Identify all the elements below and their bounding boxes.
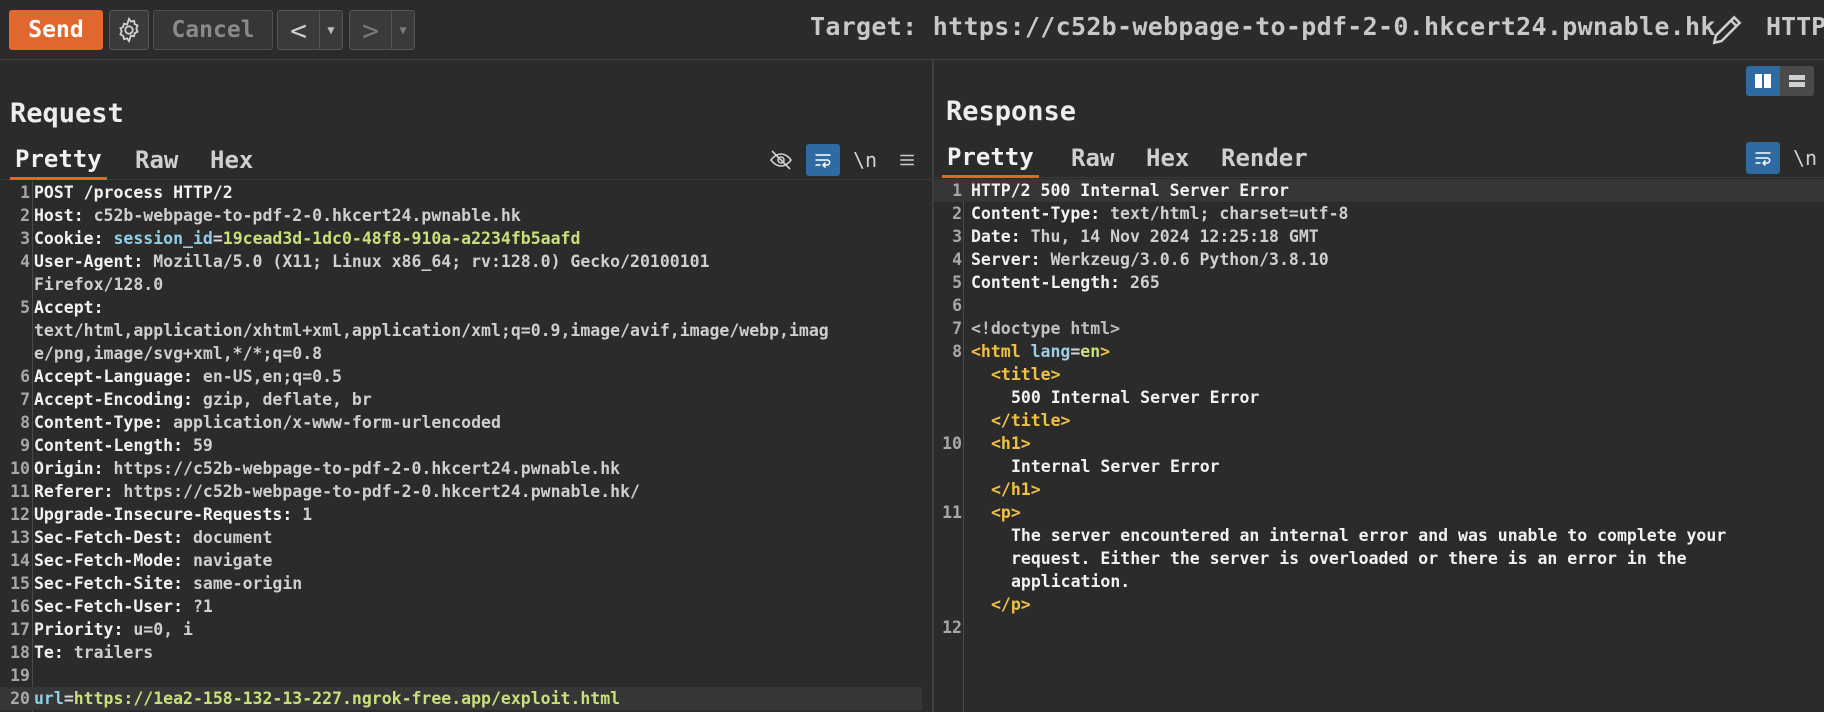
code-line: Firefox/128.0 <box>34 275 164 294</box>
word-wrap-icon[interactable] <box>1746 142 1780 174</box>
tab-request-raw[interactable]: Raw <box>130 140 183 180</box>
code-line: </title> <box>991 411 1071 430</box>
code-line: 10 <h1> <box>942 434 1031 453</box>
code-line: application. <box>1011 572 1131 591</box>
request-editor-tools: \n <box>756 140 924 180</box>
toolbar: Send Cancel < ▼ > ▼ Target: https://c52b… <box>0 0 1824 60</box>
code-line: 2 Content-Type: text/html; charset=utf-8 <box>952 204 1349 223</box>
response-title: Response <box>946 96 1077 127</box>
cookie-name: session_id <box>103 229 213 248</box>
response-tabs: Pretty Raw Hex Render \n <box>934 138 1824 178</box>
code-line: 2 Host: c52b-webpage-to-pdf-2-0.hkcert24.… <box>20 206 521 225</box>
code-line: 7 Accept-Encoding: gzip, deflate, br <box>20 390 372 409</box>
code-line: 8 Content-Type: application/x-www-form-ur… <box>20 413 501 432</box>
tab-request-hex[interactable]: Hex <box>205 140 258 180</box>
code-line: 7 <!doctype html> <box>952 319 1121 338</box>
code-line: 1 POST /process HTTP/2 <box>20 183 233 202</box>
split-horizontal-icon[interactable] <box>1780 66 1814 96</box>
code-line: The server encountered an internal error… <box>1011 526 1727 545</box>
code-line: 12 Upgrade-Insecure-Requests: 1 <box>10 505 313 524</box>
code-line-current: 1 HTTP/2 500 Internal Server Error <box>934 179 1824 202</box>
code-line: e/png,image/svg+xml,*/*;q=0.8 <box>34 344 323 363</box>
code-line: 10 Origin: https://c52b-webpage-to-pdf-2-… <box>10 459 621 478</box>
http-version-label[interactable]: HTTP/ <box>1766 12 1824 41</box>
code-line: 11 Referer: https://c52b-webpage-to-pdf-2… <box>10 482 640 501</box>
word-wrap-icon[interactable] <box>806 144 840 176</box>
hide-nonprintable-icon[interactable] <box>764 144 798 176</box>
request-title: Request <box>10 98 124 129</box>
body-param-value: https://1ea2-158-132-13-227.ngrok-free.a… <box>73 689 621 708</box>
code-line: 3 Date: Thu, 14 Nov 2024 12:25:18 GMT <box>952 227 1319 246</box>
target-url: Target: https://c52b-webpage-to-pdf-2-0.… <box>810 12 1716 41</box>
tab-response-raw[interactable]: Raw <box>1066 138 1119 178</box>
code-line: 17 Priority: u=0, i <box>10 620 193 639</box>
newline-toggle[interactable]: \n <box>1788 142 1822 174</box>
response-editor[interactable]: 1 HTTP/2 500 Internal Server Error 2 Conte… <box>934 179 1824 712</box>
code-line: 500 Internal Server Error <box>1011 388 1260 407</box>
menu-icon[interactable] <box>890 144 924 176</box>
back-history-dropdown[interactable]: ▼ <box>320 11 342 49</box>
forward-button[interactable]: > <box>350 11 392 49</box>
code-line: 18 Te: trailers <box>10 643 154 662</box>
request-editor[interactable]: 1 POST /process HTTP/2 2 Host: c52b-webpag… <box>0 181 932 712</box>
code-line: 8 <html lang=en> <box>952 342 1111 361</box>
code-line: 6 <box>952 296 962 315</box>
cancel-button[interactable]: Cancel <box>153 10 273 50</box>
code-line: </h1> <box>991 480 1041 499</box>
code-line: 6 Accept-Language: en-US,en;q=0.5 <box>20 367 342 386</box>
code-line: text/html,application/xhtml+xml,applicat… <box>34 321 829 340</box>
edit-target-icon[interactable] <box>1708 11 1746 49</box>
tab-response-pretty[interactable]: Pretty <box>942 138 1039 178</box>
code-line: 5 Accept: <box>20 298 104 317</box>
code-line: 9 Content-Length: 59 <box>20 436 213 455</box>
code-line: <title> <box>991 365 1061 384</box>
code-line: 12 <box>942 618 962 637</box>
code-line: 16 Sec-Fetch-User: ?1 <box>10 597 213 616</box>
code-line: 11 <p> <box>942 503 1021 522</box>
code-line: Internal Server Error <box>1011 457 1220 476</box>
code-line: 4 Server: Werkzeug/3.0.6 Python/3.8.10 <box>952 250 1329 269</box>
tab-response-hex[interactable]: Hex <box>1141 138 1194 178</box>
code-line: 3 Cookie: session_id=19cead3d-1dc0-48f8-9… <box>20 229 581 248</box>
settings-button[interactable] <box>109 10 149 50</box>
layout-toggle <box>1746 66 1814 96</box>
code-line: 15 Sec-Fetch-Site: same-origin <box>10 574 303 593</box>
cookie-value: 19cead3d-1dc0-48f8-910a-a2234fb5aafd <box>222 229 581 248</box>
request-panel: Request Pretty Raw Hex \n 1 POST /proces… <box>0 60 932 712</box>
send-button[interactable]: Send <box>9 10 103 50</box>
gear-icon <box>119 16 139 44</box>
forward-button-group: > ▼ <box>349 10 415 50</box>
code-line: 14 Sec-Fetch-Mode: navigate <box>10 551 273 570</box>
body-param-name: url <box>34 689 64 708</box>
request-tabs: Pretty Raw Hex \n <box>0 140 932 180</box>
code-line: 4 User-Agent: Mozilla/5.0 (X11; Linux x86… <box>20 252 710 271</box>
code-line: 19 <box>10 666 30 685</box>
back-button-group: < ▼ <box>277 10 343 50</box>
split-vertical-icon[interactable] <box>1746 66 1780 96</box>
code-line: </p> <box>991 595 1031 614</box>
back-button[interactable]: < <box>278 11 320 49</box>
response-panel: Response Pretty Raw Hex Render \n 1 HTTP/… <box>934 60 1824 712</box>
code-line: 13 Sec-Fetch-Dest: document <box>10 528 273 547</box>
forward-history-dropdown[interactable]: ▼ <box>392 11 414 49</box>
response-editor-tools: \n <box>1738 138 1822 178</box>
tab-response-render[interactable]: Render <box>1216 138 1313 178</box>
code-line: 5 Content-Length: 265 <box>952 273 1160 292</box>
tab-request-pretty[interactable]: Pretty <box>10 140 107 180</box>
code-line: request. Either the server is overloaded… <box>1011 549 1687 568</box>
newline-toggle[interactable]: \n <box>848 144 882 176</box>
code-line-current: 20 url=https://1ea2-158-132-13-227.ngrok-… <box>0 687 922 710</box>
